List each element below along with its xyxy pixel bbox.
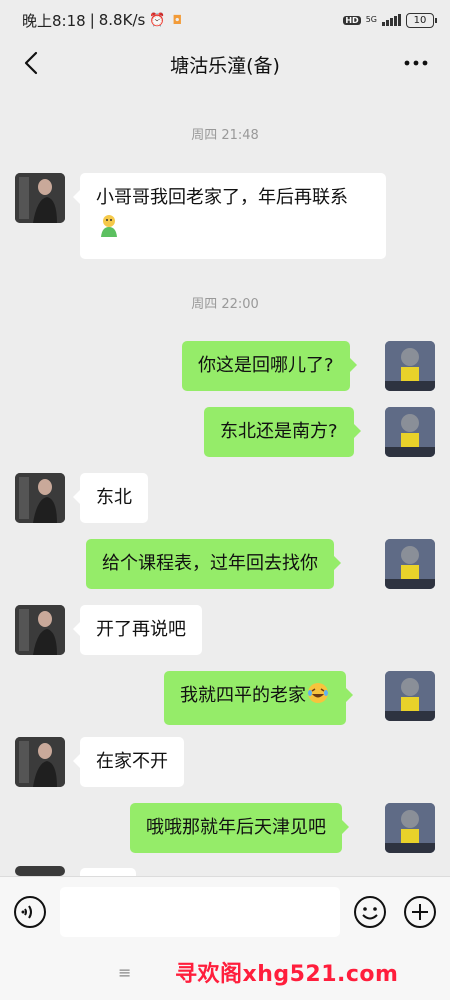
message-text: 小哥哥我回老家了，年后再联系 — [96, 187, 348, 208]
more-button[interactable] — [400, 48, 432, 78]
more-functions-button[interactable] — [402, 894, 438, 930]
contact-avatar[interactable] — [15, 605, 65, 655]
message-text: 给个课程表，过年回去找你 — [102, 553, 318, 574]
voice-button[interactable] — [12, 894, 48, 930]
message-bubble-sent[interactable]: 哦哦那就年后天津见吧 — [130, 803, 349, 853]
contact-avatar[interactable] — [15, 737, 65, 787]
message-bubble-received[interactable]: 小哥哥我回老家了，年后再联系 — [73, 173, 386, 259]
message-text: 你这是回哪儿了? — [198, 355, 334, 376]
message-bubble-sent[interactable]: 东北还是南方? — [204, 407, 361, 457]
signal-icon — [382, 14, 401, 26]
status-time: 晚上8:18 — [22, 11, 86, 30]
voice-icon — [14, 896, 46, 928]
chevron-left-icon — [24, 51, 38, 75]
back-button[interactable] — [16, 48, 46, 78]
my-avatar[interactable] — [385, 671, 435, 721]
laughing-crying-emoji-icon — [306, 681, 330, 715]
network-label: 5G — [365, 15, 377, 24]
hd-badge: HD — [343, 15, 361, 25]
message-text: 哦哦那就年后天津见吧 — [146, 817, 326, 838]
my-avatar[interactable] — [385, 539, 435, 589]
contact-avatar[interactable] — [15, 173, 65, 223]
message-bubble-sent[interactable]: 我就四平的老家 — [164, 671, 353, 725]
message-bubble-sent[interactable]: 给个课程表，过年回去找你 — [86, 539, 341, 589]
person-emoji-icon — [96, 213, 122, 249]
plus-icon — [404, 896, 436, 928]
alarm-icon: ⏰ — [149, 12, 166, 28]
notification-icon: ◘ — [172, 13, 183, 27]
input-bar — [0, 876, 450, 946]
smiley-icon — [354, 896, 386, 928]
message-input[interactable] — [60, 887, 340, 937]
menu-icon[interactable]: ≡ — [118, 963, 131, 982]
status-right: HD 5G 10 — [343, 12, 437, 28]
my-avatar[interactable] — [385, 341, 435, 391]
chat-header: 塘沽乐潼(备) — [0, 40, 450, 88]
more-dots-icon — [404, 60, 428, 66]
battery-icon: 10 — [406, 12, 437, 28]
status-bar: 晚上8:18 | 8.8K/s ⏰ ◘ HD 5G 10 — [0, 0, 450, 40]
my-avatar[interactable] — [385, 803, 435, 853]
timestamp: 周四 21:48 — [191, 128, 259, 143]
message-text: 东北还是南方? — [220, 421, 338, 442]
battery-level: 10 — [413, 14, 427, 26]
message-bubble-received[interactable]: 开了再说吧 — [73, 605, 202, 655]
emoji-button[interactable] — [352, 894, 388, 930]
timestamp: 周四 22:00 — [191, 297, 259, 312]
status-left: 晚上8:18 | 8.8K/s ⏰ ◘ — [22, 11, 183, 30]
contact-avatar[interactable] — [15, 866, 65, 876]
message-bubble-received[interactable]: 东北 — [73, 473, 148, 523]
message-text: 在家不开 — [96, 751, 168, 772]
message-text: 开了再说吧 — [96, 619, 186, 640]
my-avatar[interactable] — [385, 407, 435, 457]
chat-title: 塘沽乐潼(备) — [170, 54, 280, 77]
contact-avatar[interactable] — [15, 473, 65, 523]
message-bubble-received[interactable]: 在家不开 — [73, 737, 184, 787]
message-text: 我就四平的老家 — [180, 685, 306, 706]
status-speed: 8.8K/s — [98, 11, 146, 29]
message-bubble-partial[interactable] — [80, 868, 136, 876]
watermark: 寻欢阁xhg521.com — [175, 962, 399, 987]
message-text: 东北 — [96, 487, 132, 508]
message-bubble-sent[interactable]: 你这是回哪儿了? — [182, 341, 357, 391]
